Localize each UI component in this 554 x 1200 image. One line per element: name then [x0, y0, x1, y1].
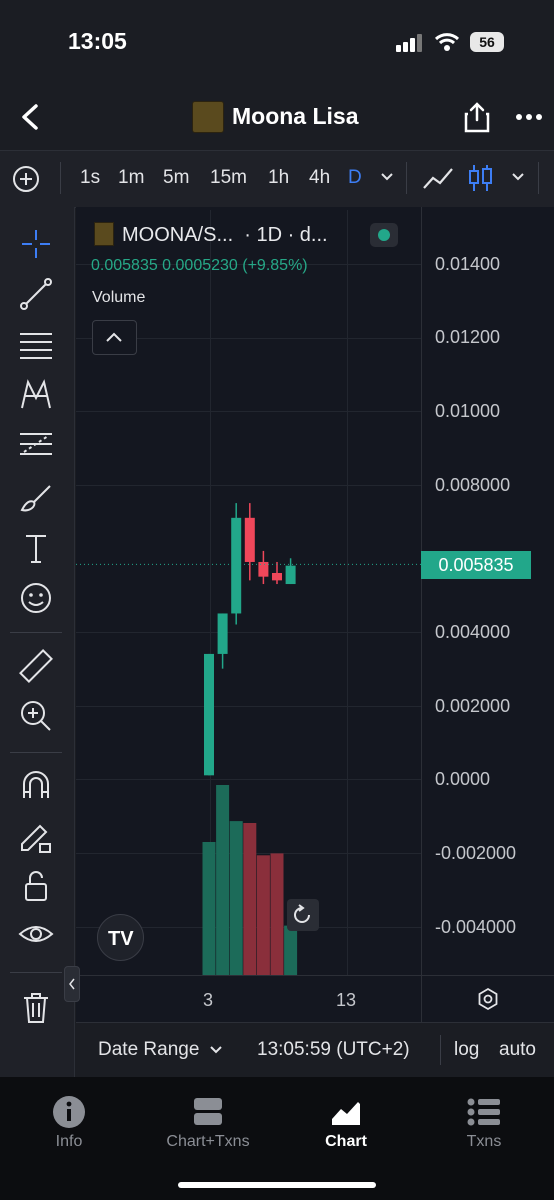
current-price-tag: 0.005835	[421, 551, 531, 579]
volume-label: Volume	[92, 289, 146, 306]
collapse-legend-button[interactable]	[92, 320, 137, 355]
timezone-clock[interactable]: 13:05:59 (UTC+2)	[257, 1039, 410, 1061]
date-range-button[interactable]: Date Range	[98, 1039, 199, 1061]
tab-chart[interactable]: Chart	[291, 1133, 401, 1151]
candle-body	[231, 517, 242, 614]
price-axis-label: -0.004000	[435, 917, 517, 937]
toolbar-toggle[interactable]	[64, 966, 80, 1002]
svg-text:TV: TV	[108, 928, 134, 950]
log-scale-button[interactable]: log	[454, 1039, 479, 1061]
auto-scale-button[interactable]: auto	[499, 1039, 536, 1061]
chevron-down-icon[interactable]	[209, 1045, 223, 1055]
candle-body	[204, 653, 214, 776]
market-status[interactable]	[370, 223, 398, 247]
candle-body	[217, 613, 228, 654]
tab-info[interactable]: Info	[14, 1133, 124, 1151]
volume-bar	[229, 821, 243, 975]
time-axis-label: 3	[203, 990, 214, 1010]
volume-bar	[202, 842, 216, 975]
candle-body	[258, 561, 269, 577]
candle-body	[272, 573, 282, 581]
price-axis-label: 0.0000	[435, 769, 491, 789]
ohlc-values: 0.005835 0.0005230 (+9.85%)	[91, 257, 308, 274]
price-axis-label: 0.008000	[435, 475, 511, 495]
volume-bar	[216, 785, 230, 975]
candle-body	[285, 565, 296, 585]
volume-bar	[256, 855, 270, 975]
info-icon[interactable]	[52, 1095, 86, 1129]
tab-txns[interactable]: Txns	[429, 1133, 539, 1151]
home-indicator	[178, 1182, 376, 1188]
symbol-logo	[94, 222, 114, 246]
tab-chart-txns[interactable]: Chart+Txns	[153, 1133, 263, 1151]
price-axis-label: 0.002000	[435, 696, 511, 716]
reset-chart-icon[interactable]	[287, 899, 319, 931]
volume-bar	[270, 853, 284, 975]
settings-icon[interactable]	[476, 987, 500, 1011]
chart-icon[interactable]	[330, 1097, 362, 1127]
price-axis-label: -0.002000	[435, 843, 517, 863]
volume-bar	[284, 925, 298, 975]
price-axis-label: 0.01400	[435, 254, 501, 274]
volume-bar	[243, 823, 257, 975]
price-axis-label: 0.004000	[435, 622, 511, 642]
time-axis-label: 13	[336, 990, 357, 1010]
candle-body	[244, 517, 255, 562]
price-axis-label: 0.01200	[435, 327, 501, 347]
chart-txns-icon[interactable]	[193, 1097, 223, 1127]
divider	[440, 1035, 441, 1065]
symbol-name[interactable]: MOONA/S... · 1D · d...	[122, 224, 328, 247]
list-icon[interactable]	[467, 1097, 501, 1127]
price-axis-label: 0.01000	[435, 401, 501, 421]
tradingview-logo[interactable]: TV	[97, 914, 144, 961]
